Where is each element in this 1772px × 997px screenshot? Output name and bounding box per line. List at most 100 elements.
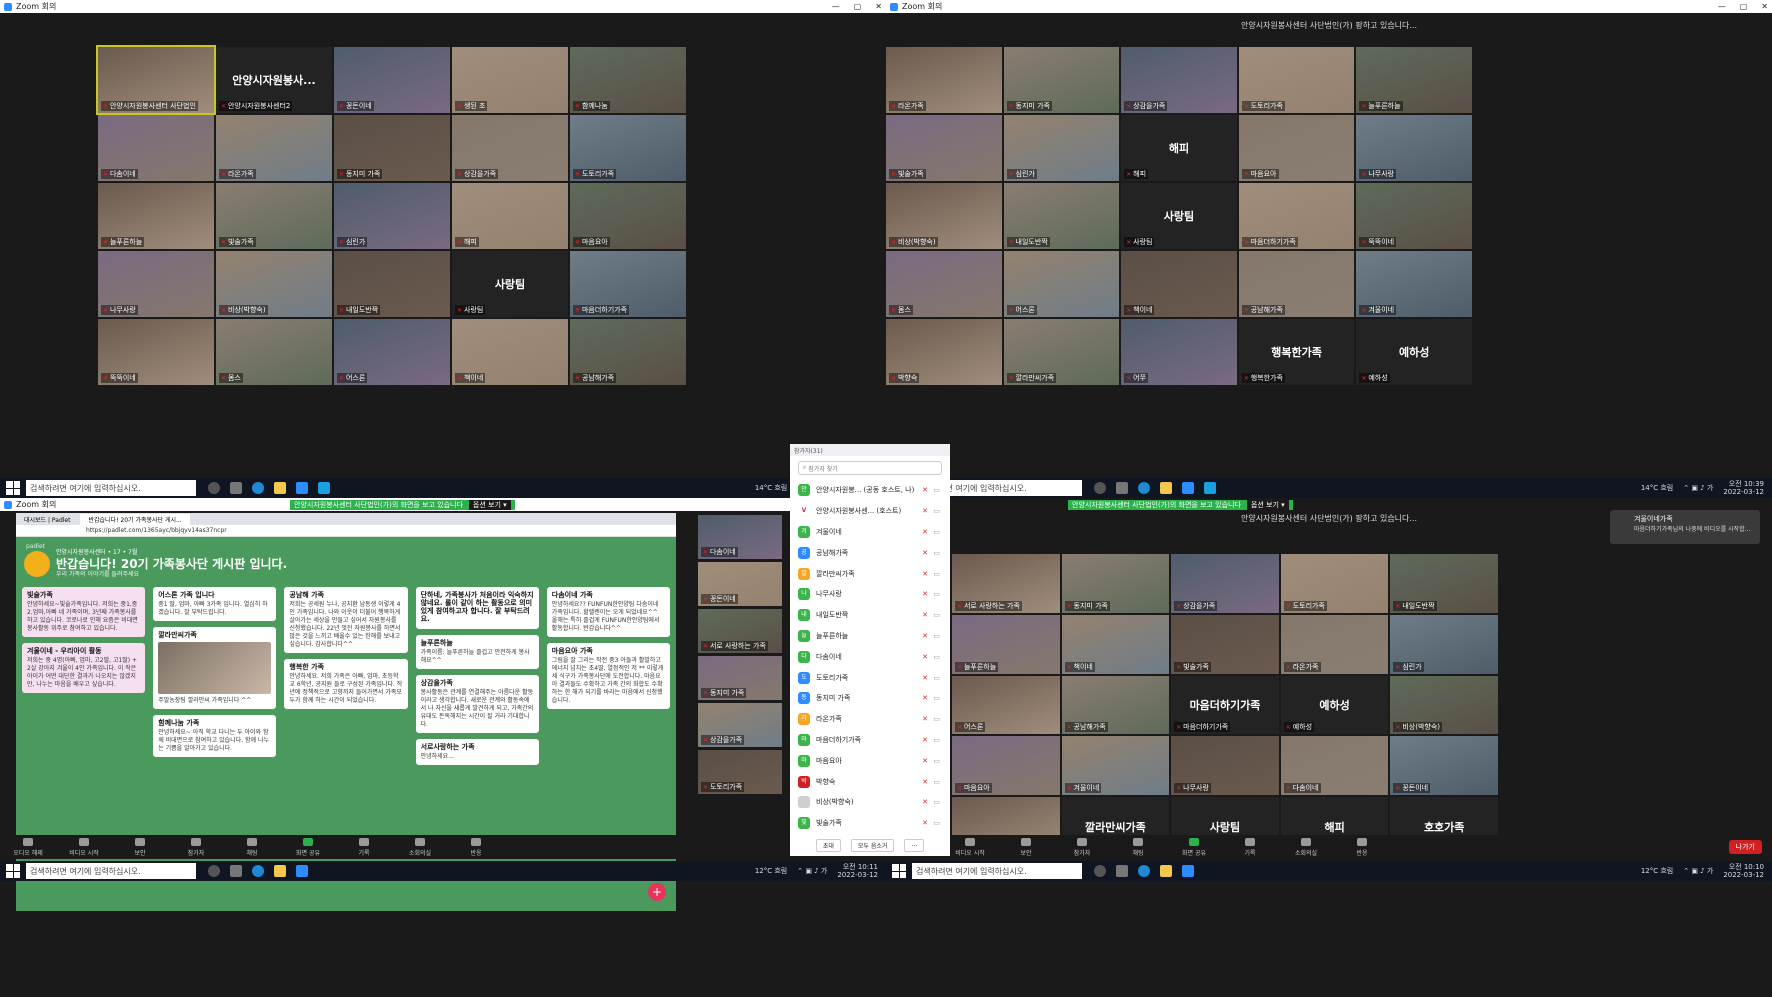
video-tile[interactable]: 내일도반짝	[334, 251, 450, 317]
video-tile[interactable]: 도토리가족	[1280, 554, 1389, 613]
participant-row[interactable]: 박 박향숙 ✕ ▭	[790, 771, 950, 792]
video-tile[interactable]: 나무사랑	[98, 251, 214, 317]
video-tile[interactable]: 마음요아	[570, 183, 686, 249]
toolbar-button[interactable]: 소회의실	[1278, 837, 1334, 857]
weather-text[interactable]: 12°C 흐림	[1641, 866, 1673, 876]
edge-icon[interactable]	[1138, 865, 1150, 877]
view-options-button[interactable]: 옵션 보기 ▾	[1246, 500, 1289, 510]
toolbar-button[interactable]: 참가자	[168, 837, 224, 857]
zoom-taskbar-icon[interactable]	[296, 865, 308, 877]
video-tile[interactable]: 책이네	[1121, 251, 1237, 317]
taskbar-search-input[interactable]: 검색하려면 여기에 입력하십시오.	[26, 480, 196, 496]
tab-dashboard[interactable]: 대시보드 | Padlet	[16, 514, 79, 525]
video-tile[interactable]: 상감을가족	[452, 115, 568, 181]
participant-row[interactable]: 비상(박향숙) ✕ ▭	[790, 792, 950, 813]
video-tile[interactable]: 내일도반짝	[1390, 554, 1498, 613]
participant-row[interactable]: 나 나무사랑 ✕ ▭	[790, 584, 950, 605]
padlet-post[interactable]: 서로사랑하는 가족 안녕하세요...	[415, 739, 539, 765]
tab-padlet-board[interactable]: 반갑습니다! 20기 가족봉사단 게시...	[80, 514, 190, 525]
toolbar-button[interactable]: 참가자	[1054, 837, 1110, 857]
video-tile[interactable]: 어스론	[334, 319, 450, 385]
video-tile[interactable]: 서로 사랑하는 가족	[698, 609, 782, 653]
padlet-post[interactable]: 빛술가족 안녕하세요~빛술가족입니다. 저희는 중1,중2,엄마,아빠 네 가족이…	[22, 587, 146, 637]
video-tile[interactable]: 마음더하기가족	[570, 251, 686, 317]
video-tile[interactable]: 늘푸른하늘	[98, 183, 214, 249]
tray-icons[interactable]: ⌃ ▣ ♪ 가	[797, 866, 827, 876]
video-tile[interactable]: 동지미 가족	[1003, 47, 1120, 113]
video-tile[interactable]: 어스론	[952, 675, 1060, 735]
participant-row[interactable]: 빛 빛술가족 ✕ ▭	[790, 813, 950, 834]
video-tile[interactable]: 겨울이네	[1356, 251, 1472, 317]
cortana-icon[interactable]	[1094, 482, 1106, 494]
padlet-post[interactable]: 마음요아 가족 그림을 잘 그리는 작전 중3 아들과 활발하고 에너지 넘치는 …	[546, 643, 670, 709]
edge-icon[interactable]	[252, 865, 264, 877]
participant-row[interactable]: 내 내일도반짝 ✕ ▭	[790, 605, 950, 626]
toolbar-button[interactable]: 기록	[1222, 837, 1278, 857]
weather-text[interactable]: 14°C 흐림	[755, 483, 787, 493]
video-tile[interactable]: 사랑팀사랑팀	[1121, 183, 1237, 249]
video-tile[interactable]: 예하성예하성	[1280, 675, 1389, 735]
video-tile[interactable]: 빛술가족	[216, 183, 332, 249]
video-tile[interactable]: 심린가	[1390, 614, 1498, 674]
explorer-icon[interactable]	[1160, 482, 1172, 494]
leave-button[interactable]: 나가기	[1728, 840, 1762, 854]
task-view-icon[interactable]	[230, 482, 242, 494]
padlet-post[interactable]: 어스론 가족 입니다 중1 딸, 엄마, 아빠 3가족 입니다. 열심히 하겠습니…	[153, 587, 277, 621]
padlet-post[interactable]: 공남해 가족 저희는 공세원 누나, 공지환 남동생 이렇게 4인 가족입니다. …	[284, 587, 408, 653]
participant-row[interactable]: 깔 깔라만씨가족 ✕ ▭	[790, 563, 950, 584]
padlet-post[interactable]: 깔라만씨가족 주말농장팀 깔라만씨 가족입니다 ^^	[153, 627, 277, 709]
video-tile[interactable]: 비상(박향숙)	[886, 183, 1002, 249]
video-tile[interactable]: 꽁돈이네	[698, 562, 782, 606]
participant-row[interactable]: 마 마음요아 ✕ ▭	[790, 750, 950, 771]
toolbar-button[interactable]: 반응	[1334, 837, 1390, 857]
video-tile[interactable]: 도토리가족	[1238, 47, 1355, 113]
windows-start-icon[interactable]	[892, 864, 906, 878]
video-tile[interactable]: 나무사랑	[1171, 736, 1279, 796]
explorer-icon[interactable]	[1160, 865, 1172, 877]
explorer-icon[interactable]	[274, 865, 286, 877]
toolbar-button[interactable]: 채팅	[1110, 837, 1166, 857]
video-tile[interactable]: 예하성예하성	[1356, 319, 1472, 385]
participant-row[interactable]: 동 동지미 가족 ✕ ▭	[790, 688, 950, 709]
padlet-post[interactable]: 다솜이네 가족 안녕하세요?? FUNFUN한안양팀 다솜이네 가족입니다. 할렐…	[546, 587, 670, 637]
window-controls[interactable]: — ▢ ✕	[1718, 0, 1768, 13]
participant-row[interactable]: V 안양시자원봉사센... (호스트) ✕ ▭	[790, 501, 950, 522]
video-tile[interactable]: 나무사랑	[1356, 115, 1472, 181]
video-tile[interactable]: 몸스	[886, 251, 1002, 317]
windows-start-icon[interactable]	[6, 481, 20, 495]
video-tile[interactable]: 라온가족	[1280, 614, 1389, 674]
app-taskbar-icon[interactable]	[318, 482, 330, 494]
video-tile[interactable]: 다솜이네	[98, 115, 214, 181]
video-tile[interactable]: 마음더하기가족마음더하기가족	[1171, 675, 1279, 735]
video-tile[interactable]: 뚝뚝이네	[98, 319, 214, 385]
tray-icons[interactable]: ⌃ ▣ ♪ 가	[1683, 483, 1713, 493]
video-tile[interactable]: 해피	[452, 183, 568, 249]
padlet-post[interactable]: 함께나눔 가족 안녕하세요~ 아직 학교 다니는 두 아이와 함께 비대면으로 참…	[153, 715, 277, 757]
participant-row[interactable]: 다 다솜이네 ✕ ▭	[790, 646, 950, 667]
toolbar-button[interactable]: 보안	[998, 837, 1054, 857]
video-tile[interactable]: 다솜이네	[1280, 736, 1389, 796]
video-tile[interactable]: 늘푸른하늘	[1356, 47, 1472, 113]
video-tile[interactable]: 공남해가족	[1061, 675, 1170, 735]
cortana-icon[interactable]	[208, 865, 220, 877]
cortana-icon[interactable]	[208, 482, 220, 494]
video-tile[interactable]: 어스론	[1003, 251, 1120, 317]
video-tile[interactable]: 내일도반짝	[1003, 183, 1120, 249]
padlet-post[interactable]: 상감을가족 봉사활동은 관계를 연결해주는 아름다운 활동이라고 생각합니다. 새…	[415, 675, 539, 733]
video-tile[interactable]: 상감을가족	[1121, 47, 1237, 113]
taskbar-search-input[interactable]: 검색하려면 여기에 입력하십시오.	[26, 863, 196, 879]
video-tile[interactable]: 동지미 가족	[1061, 554, 1170, 613]
zoom-taskbar-icon[interactable]	[296, 482, 308, 494]
toolbar-button[interactable]: 화면 공유	[280, 837, 336, 857]
padlet-post[interactable]: 늘푸른하늘 가족이름: 늘푸른하늘 즐겁고 안전하게 봉사해요^^	[415, 635, 539, 669]
video-tile[interactable]: 꽁돈이네	[334, 47, 450, 113]
app-taskbar-icon[interactable]	[1204, 482, 1216, 494]
participant-row[interactable]: 안 안양시자원봉... (공동 호스트, 나) ✕ ▭	[790, 480, 950, 501]
task-view-icon[interactable]	[230, 865, 242, 877]
windows-start-icon[interactable]	[6, 864, 20, 878]
video-tile[interactable]: 행복한가족행복한가족	[1238, 319, 1355, 385]
video-tile[interactable]: 책이네	[1061, 614, 1170, 674]
video-tile[interactable]: 어쭈	[1121, 319, 1237, 385]
task-view-icon[interactable]	[1116, 482, 1128, 494]
toolbar-button[interactable]: 소회의실	[392, 837, 448, 857]
